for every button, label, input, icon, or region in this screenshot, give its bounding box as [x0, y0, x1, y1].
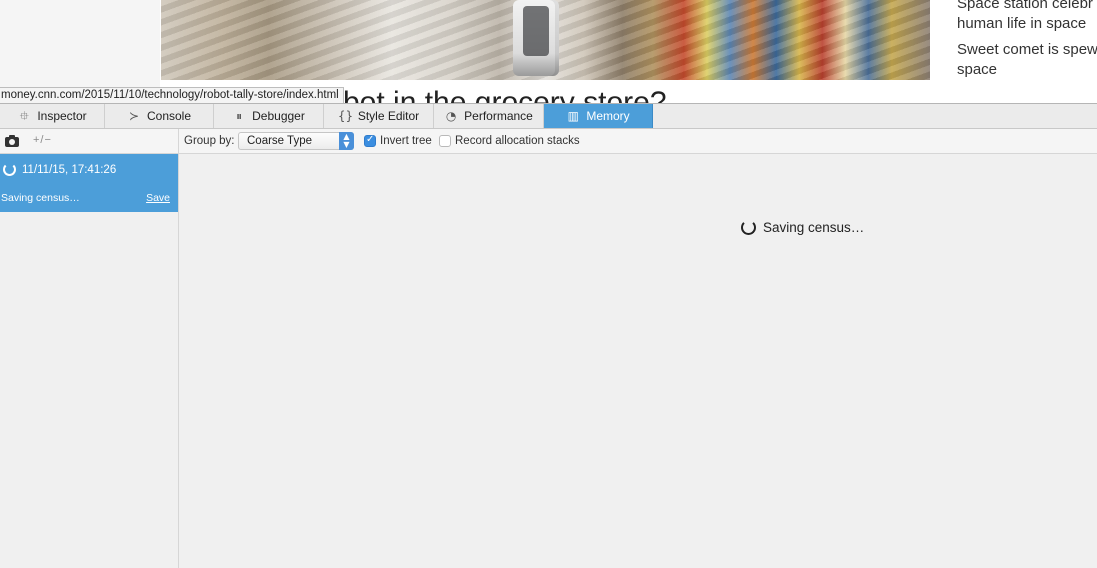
story-link[interactable]: Sweet comet is spew space: [957, 40, 1097, 80]
console-icon: ≻: [128, 109, 140, 123]
performance-icon: ◔: [445, 109, 457, 123]
memory-toolbar: +/− Group by: Coarse Type ▲▼ Invert tree…: [0, 129, 1097, 154]
tab-label: Memory: [586, 109, 630, 123]
group-by-select[interactable]: Coarse Type ▲ ▼: [238, 132, 354, 150]
take-snapshot-button[interactable]: [5, 135, 19, 147]
tab-performance[interactable]: ◔ Performance: [434, 104, 544, 128]
tab-label: Inspector: [37, 109, 87, 123]
tab-label: Performance: [464, 109, 533, 123]
diff-snapshots-button[interactable]: +/−: [33, 134, 52, 146]
memory-icon: ▥: [567, 109, 579, 123]
save-snapshot-link[interactable]: Save: [146, 192, 170, 204]
story-line: space: [957, 61, 998, 78]
debugger-icon: ⏸: [236, 109, 243, 123]
tab-label: Style Editor: [357, 109, 420, 123]
record-stacks-checkbox[interactable]: [439, 135, 451, 147]
invert-tree-checkbox[interactable]: [364, 134, 376, 147]
tab-inspector[interactable]: ⯐ Inspector: [0, 104, 105, 128]
invert-tree-option[interactable]: Invert tree: [364, 134, 432, 147]
devtools-panel: ⯐ Inspector ≻ Console ⏸ Debugger {} Styl…: [0, 103, 1097, 568]
related-stories: Space station celebr human life in space…: [957, 0, 1097, 86]
census-view: Saving census…: [179, 154, 1097, 568]
story-line: Sweet comet is spew: [957, 41, 1097, 58]
snapshot-list: 11/11/15, 17:41:26 Saving census… Save: [0, 154, 179, 568]
link-status-url: money.cnn.com/2015/11/10/technology/robo…: [0, 87, 344, 104]
camera-lens: [9, 139, 15, 145]
inspector-icon: ⯐: [19, 109, 29, 123]
census-status: Saving census…: [741, 220, 864, 235]
snapshot-status: Saving census…: [1, 192, 80, 204]
story-line: human life in space: [957, 15, 1087, 32]
toolbar-left: +/−: [0, 129, 179, 153]
hero-image: [161, 0, 930, 80]
tab-console[interactable]: ≻ Console: [105, 104, 214, 128]
spinner-icon: [3, 163, 16, 176]
tab-memory[interactable]: ▥ Memory: [544, 104, 653, 128]
invert-tree-label: Invert tree: [380, 135, 432, 147]
tab-style-editor[interactable]: {} Style Editor: [324, 104, 434, 128]
tab-label: Debugger: [252, 109, 305, 123]
spinner-icon: [741, 220, 756, 235]
chevron-updown-icon: ▲ ▼: [339, 132, 354, 150]
census-status-text: Saving census…: [763, 220, 865, 235]
record-stacks-option[interactable]: Record allocation stacks: [439, 135, 580, 147]
group-by-label: Group by:: [184, 135, 235, 147]
group-by-value: Coarse Type: [247, 135, 312, 147]
story-line: Space station celebr: [957, 0, 1093, 12]
tab-label: Console: [146, 109, 192, 123]
robot-figure: [513, 0, 559, 76]
snapshot-time: 11/11/15, 17:41:26: [22, 164, 117, 176]
snapshot-item[interactable]: 11/11/15, 17:41:26 Saving census… Save: [0, 154, 178, 212]
tab-debugger[interactable]: ⏸ Debugger: [214, 104, 324, 128]
article-headline[interactable]: bot in the grocery store?: [343, 86, 667, 103]
devtools-tabbar: ⯐ Inspector ≻ Console ⏸ Debugger {} Styl…: [0, 104, 1097, 129]
style-editor-icon: {}: [337, 109, 354, 123]
story-link[interactable]: Space station celebr human life in space: [957, 0, 1097, 34]
record-stacks-label: Record allocation stacks: [455, 135, 580, 147]
